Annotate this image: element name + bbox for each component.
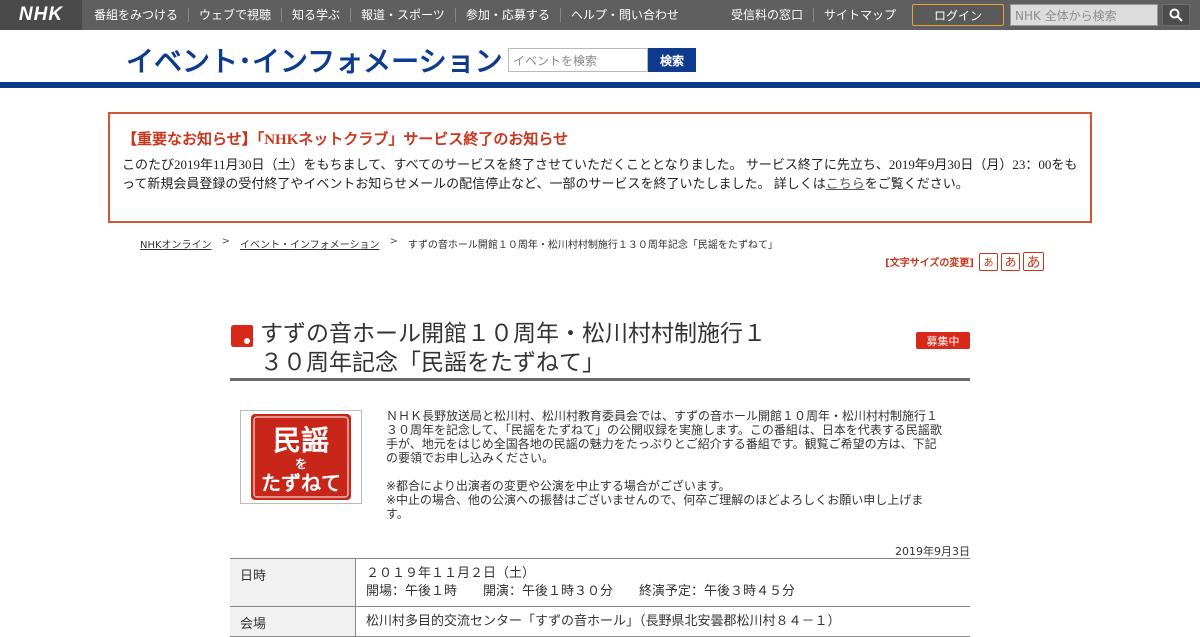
event-details-table: 日時 ２０１９年１１月２日（土） 開場：午後１時 開演：午後１時３０分 終演予定…	[230, 558, 970, 637]
global-nav-items: 番組をみつける ウェブで視聴 知る学ぶ 報道・スポーツ 参加・応募する ヘルプ・…	[82, 0, 689, 30]
gnav-item-participate[interactable]: 参加・応募する	[454, 8, 560, 22]
breadcrumb-current: すずの音ホール開館１０周年・松川村村制施行１３０周年記念「民謡をたずねて」	[407, 240, 778, 251]
font-size-label: [文字サイズの変更]	[885, 258, 974, 269]
minyo-logo-image: 民謡 を たずねて	[251, 414, 351, 500]
event-title: すずの音ホール開館１０周年・松川村村制施行１ ３０周年記念「民謡をたずねて」	[260, 320, 850, 378]
gnav-item-watch-web[interactable]: ウェブで視聴	[188, 8, 281, 22]
gnav-item-sitemap[interactable]: サイトマップ	[812, 8, 906, 22]
details-date-line: ２０１９年１１月２日（土）	[366, 566, 536, 581]
gnav-item-news-sports[interactable]: 報道・スポーツ	[350, 8, 455, 22]
table-row: 日時 ２０１９年１１月２日（土） 開場：午後１時 開演：午後１時３０分 終演予定…	[230, 559, 970, 607]
gnav-item-reception-fee[interactable]: 受信料の窓口	[721, 8, 813, 22]
details-time-line: 開場：午後１時 開演：午後１時３０分 終演予定：午後３時４５分	[366, 584, 796, 599]
event-title-area: すずの音ホール開館１０周年・松川村村制施行１ ３０周年記念「民謡をたずねて」 募…	[230, 320, 970, 381]
breadcrumb: NHKオンライン > イベント・インフォメーション > すずの音ホール開館１０周…	[140, 236, 778, 251]
gnav-item-help[interactable]: ヘルプ・問い合わせ	[559, 8, 689, 22]
global-nav: NHK 番組をみつける ウェブで視聴 知る学ぶ 報道・スポーツ 参加・応募する …	[0, 0, 1200, 30]
site-title[interactable]: イベント･インフォメーション	[126, 40, 503, 80]
font-size-large-button[interactable]: あ	[1023, 252, 1044, 271]
global-nav-right: 受信料の窓口 サイトマップ ログイン NHK 全体から検索	[719, 0, 1200, 30]
details-label-date: 日時	[230, 559, 356, 606]
notice-title: 【重要なお知らせ】「NHKネットクラブ」サービス終了のお知らせ	[122, 132, 569, 148]
event-description: ＮＨＫ長野放送局と松川村、松川村教育委員会では、すずの音ホール開館１０周年・松川…	[386, 409, 946, 535]
minyo-logo-bottom: たずねて	[261, 471, 341, 495]
font-size-medium-button[interactable]: あ	[1001, 252, 1020, 271]
nhk-logo[interactable]: NHK	[0, 0, 82, 30]
notice-body: このたび2019年11月30日（土）をもちまして、すべてのサービスを終了させてい…	[122, 155, 1078, 193]
event-thumbnail: 民謡 を たずねて	[240, 410, 362, 504]
event-search-button[interactable]: 検索	[648, 48, 696, 72]
minyo-logo-middle: を	[295, 457, 307, 471]
gnav-item-find-programs[interactable]: 番組をみつける	[84, 8, 188, 22]
posted-date: 2019年9月3日	[895, 545, 970, 558]
details-value-venue: 松川村多目的交流センター「すずの音ホール」（長野県北安曇郡松川村８４－１）	[366, 614, 841, 629]
breadcrumb-separator: >	[389, 236, 398, 247]
notice-text-end: をご覧ください。	[864, 176, 969, 191]
global-search-button[interactable]	[1162, 4, 1190, 26]
breadcrumb-event-info[interactable]: イベント・インフォメーション	[240, 236, 380, 251]
event-description-main: ＮＨＫ長野放送局と松川村、松川村教育委員会では、すずの音ホール開館１０周年・松川…	[386, 409, 942, 465]
event-bullet-icon	[231, 325, 253, 347]
minyo-logo-top: 民謡	[273, 424, 329, 457]
important-notice: 【重要なお知らせ】「NHKネットクラブ」サービス終了のお知らせ このたび2019…	[108, 112, 1092, 223]
event-description-notes: ※都合により出演者の変更や公演を中止する場合がございます。 ※中止の場合、他の公…	[386, 479, 924, 521]
status-badge: 募集中	[916, 332, 970, 349]
event-title-line2: ３０周年記念「民謡をたずねて」	[260, 350, 605, 376]
login-button[interactable]: ログイン	[912, 4, 1004, 26]
site-header: イベント･インフォメーション イベントを検索 検索	[0, 30, 1200, 88]
breadcrumb-separator: >	[221, 236, 230, 247]
table-row: 会場 松川村多目的交流センター「すずの音ホール」（長野県北安曇郡松川村８４－１）	[230, 607, 970, 637]
search-icon	[1169, 8, 1183, 22]
notice-link[interactable]: こちら	[826, 176, 865, 191]
breadcrumb-nhk-online[interactable]: NHKオンライン	[140, 236, 212, 251]
event-search-input[interactable]: イベントを検索	[508, 48, 648, 72]
details-value-date: ２０１９年１１月２日（土） 開場：午後１時 開演：午後１時３０分 終演予定：午後…	[356, 559, 970, 606]
font-size-switcher: [文字サイズの変更] あ あ あ	[885, 252, 1044, 271]
details-label-venue: 会場	[230, 607, 356, 636]
gnav-item-learn[interactable]: 知る学ぶ	[281, 8, 350, 22]
font-size-small-button[interactable]: あ	[979, 252, 998, 271]
event-title-line1: すずの音ホール開館１０周年・松川村村制施行１	[260, 321, 766, 347]
global-search-input[interactable]: NHK 全体から検索	[1010, 4, 1158, 26]
event-search: イベントを検索 検索	[508, 48, 696, 72]
